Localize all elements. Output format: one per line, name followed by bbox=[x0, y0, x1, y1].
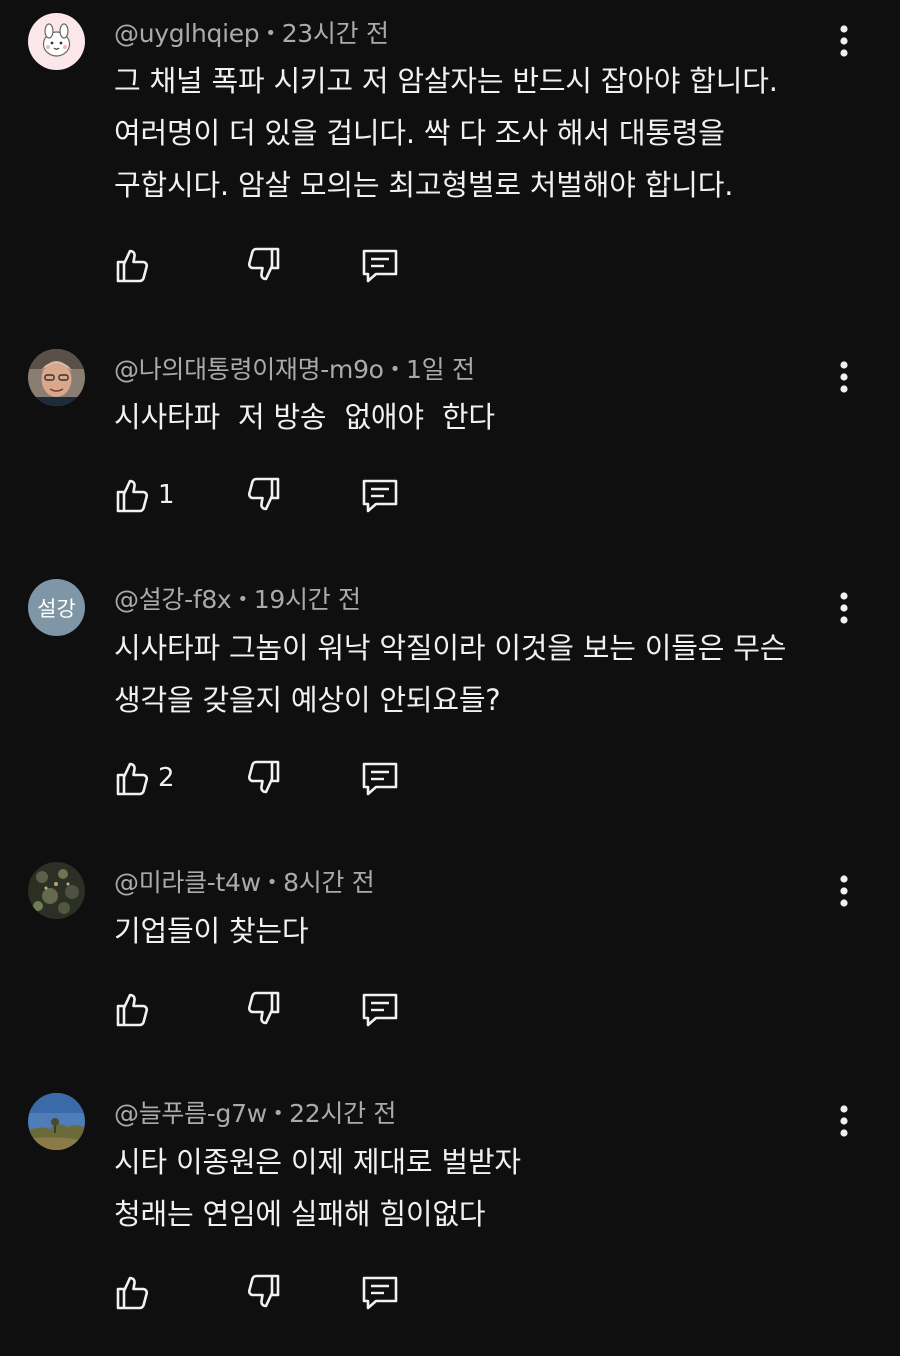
reply-icon bbox=[362, 993, 398, 1027]
like-count: 2 bbox=[158, 763, 175, 793]
like-button[interactable] bbox=[110, 987, 158, 1031]
comment-meta: @늘푸름-g7w • 22시간 전 bbox=[114, 1094, 396, 1130]
avatar-image bbox=[28, 862, 85, 919]
reply-icon bbox=[362, 762, 398, 796]
reply-icon bbox=[362, 479, 398, 513]
avatar[interactable] bbox=[28, 13, 85, 70]
comment-meta: @설강-f8x • 19시간 전 bbox=[114, 580, 361, 616]
thumb-up-icon bbox=[116, 249, 149, 283]
thumb-down-icon bbox=[247, 1274, 280, 1308]
comment-author[interactable]: @나의대통령이재명-m9o bbox=[114, 355, 384, 384]
thumb-up-icon bbox=[116, 479, 149, 513]
avatar-image bbox=[28, 349, 85, 406]
comment-time[interactable]: 23시간 전 bbox=[282, 19, 389, 48]
avatar[interactable]: 설강 bbox=[28, 579, 85, 636]
thumb-down-icon bbox=[247, 760, 280, 794]
meta-separator: • bbox=[266, 872, 278, 893]
comment-actions: 2 bbox=[110, 756, 430, 800]
like-button[interactable]: 1 bbox=[110, 473, 175, 517]
thumb-down-icon bbox=[247, 991, 280, 1025]
comment-text: 시사타파 저 방송 없애야 한다 bbox=[114, 400, 495, 434]
meta-separator: • bbox=[272, 1103, 284, 1124]
like-button[interactable] bbox=[110, 243, 158, 287]
avatar[interactable] bbox=[28, 349, 85, 406]
like-count: 1 bbox=[158, 480, 175, 510]
comment-text: 그 채널 폭파 시키고 저 암살자는 반드시 잡아야 합니다. 여러명이 더 있… bbox=[114, 64, 778, 202]
reply-button[interactable] bbox=[358, 756, 402, 800]
avatar-initials: 설강 bbox=[28, 579, 85, 636]
comment-text: 시타 이종원은 이제 제대로 벌받자 청래는 연임에 실패해 힘이없다 bbox=[114, 1145, 521, 1231]
avatar[interactable] bbox=[28, 862, 85, 919]
comment-meta: @uyglhqiep • 23시간 전 bbox=[114, 14, 389, 50]
comment-text: 기업들이 찾는다 bbox=[114, 914, 309, 948]
comment-time[interactable]: 1일 전 bbox=[406, 355, 475, 384]
thumb-up-icon bbox=[116, 1276, 149, 1310]
comment-meta: @나의대통령이재명-m9o • 1일 전 bbox=[114, 350, 475, 386]
comment-actions bbox=[110, 987, 430, 1031]
like-button[interactable]: 2 bbox=[110, 756, 175, 800]
comment-time[interactable]: 19시간 전 bbox=[254, 585, 361, 614]
reply-button[interactable] bbox=[358, 1270, 402, 1314]
thumb-down-icon bbox=[247, 477, 280, 511]
meta-separator: • bbox=[265, 23, 276, 44]
comment-author[interactable]: @설강-f8x bbox=[114, 585, 232, 614]
comment-time[interactable]: 22시간 전 bbox=[289, 1099, 396, 1128]
reply-button[interactable] bbox=[358, 473, 402, 517]
comment-text: 시사타파 그놈이 워낙 악질이라 이것을 보는 이들은 무슨 생각을 갖을지 예… bbox=[114, 631, 787, 717]
thumb-up-icon bbox=[116, 993, 149, 1027]
dislike-button[interactable] bbox=[242, 243, 286, 287]
comment-actions: 1 bbox=[110, 473, 430, 517]
comment-time[interactable]: 8시간 전 bbox=[283, 868, 375, 897]
comment-actions bbox=[110, 1270, 430, 1314]
thumb-down-icon bbox=[247, 247, 280, 281]
comment-actions bbox=[110, 243, 430, 287]
dislike-button[interactable] bbox=[242, 987, 286, 1031]
avatar-image bbox=[28, 1093, 85, 1150]
dislike-button[interactable] bbox=[242, 473, 286, 517]
comment-meta: @미라클-t4w • 8시간 전 bbox=[114, 863, 375, 899]
avatar-image bbox=[28, 13, 85, 70]
reply-icon bbox=[362, 1276, 398, 1310]
reply-icon bbox=[362, 249, 398, 283]
more-vert-icon[interactable] bbox=[828, 1101, 860, 1141]
meta-separator: • bbox=[389, 359, 401, 380]
dislike-button[interactable] bbox=[242, 756, 286, 800]
avatar[interactable] bbox=[28, 1093, 85, 1150]
meta-separator: • bbox=[237, 589, 248, 610]
reply-button[interactable] bbox=[358, 987, 402, 1031]
reply-button[interactable] bbox=[358, 243, 402, 287]
comment-author[interactable]: @uyglhqiep bbox=[114, 19, 260, 48]
comment-author[interactable]: @늘푸름-g7w bbox=[114, 1099, 267, 1128]
comment-author[interactable]: @미라클-t4w bbox=[114, 868, 261, 897]
thumb-up-icon bbox=[116, 762, 149, 796]
dislike-button[interactable] bbox=[242, 1270, 286, 1314]
like-button[interactable] bbox=[110, 1270, 158, 1314]
